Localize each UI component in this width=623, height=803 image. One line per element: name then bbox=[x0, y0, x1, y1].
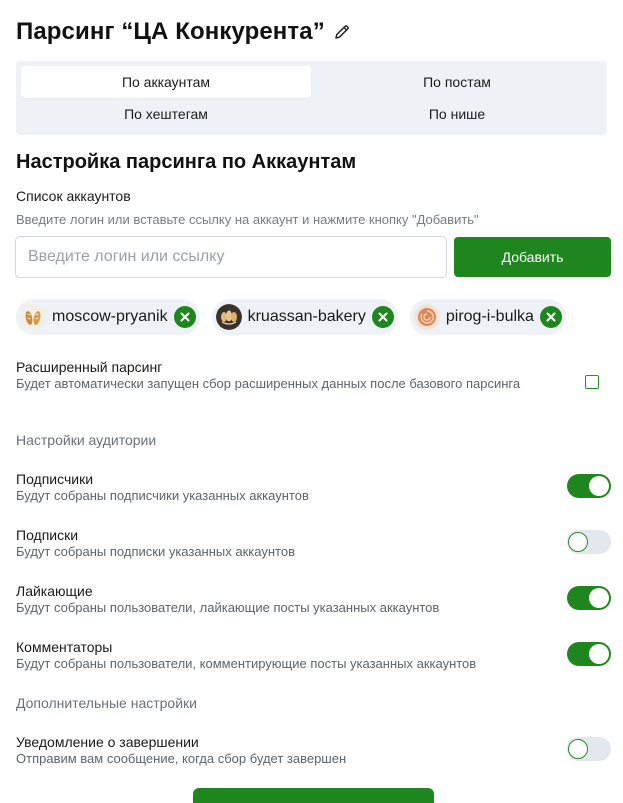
bun-avatar-icon bbox=[413, 304, 440, 330]
tab-by-accounts[interactable]: По аккаунтам bbox=[21, 66, 311, 98]
subscriptions-title: Подписки bbox=[16, 527, 79, 543]
page-header: Парсинг “ЦА Конкурента” bbox=[16, 14, 351, 50]
accounts-list-label: Список аккаунтов bbox=[16, 188, 131, 204]
account-chip: kruassan-bakery bbox=[211, 299, 398, 335]
additional-settings-label: Дополнительные настройки bbox=[16, 695, 197, 711]
subscribers-title: Подписчики bbox=[16, 471, 94, 487]
notification-description: Отправим вам сообщение, когда сбор будет… bbox=[16, 751, 347, 766]
tab-by-hashtags[interactable]: По хештегам bbox=[21, 98, 311, 130]
tab-by-niche[interactable]: По нише bbox=[312, 98, 602, 130]
croissant-avatar-icon bbox=[215, 304, 242, 330]
likers-description: Будут собраны пользователи, лайкающие по… bbox=[16, 600, 440, 615]
notification-title: Уведомление о завершении bbox=[16, 734, 199, 750]
remove-chip-button[interactable] bbox=[173, 306, 196, 328]
extended-parsing-title: Расширенный парсинг bbox=[16, 359, 163, 375]
parsing-mode-tabs: По аккаунтам По постам По хештегам По ни… bbox=[16, 61, 607, 135]
remove-chip-button[interactable] bbox=[539, 306, 562, 328]
account-chip: pirog-i-bulka bbox=[409, 299, 566, 335]
toggle-knob bbox=[568, 739, 588, 759]
toggle-knob bbox=[589, 644, 609, 664]
commenters-description: Будут собраны пользователи, комментирующ… bbox=[16, 656, 477, 671]
account-chips: moscow-pryanik kruassan-bakery pirog-i-b… bbox=[16, 299, 566, 335]
toggle-knob bbox=[589, 588, 609, 608]
subscribers-toggle[interactable] bbox=[567, 474, 611, 498]
likers-toggle[interactable] bbox=[567, 586, 611, 610]
tab-by-posts[interactable]: По постам bbox=[312, 66, 602, 98]
close-icon bbox=[378, 312, 388, 322]
toggle-knob bbox=[589, 476, 609, 496]
subscriptions-description: Будут собраны подписки указанных аккаунт… bbox=[16, 544, 295, 559]
account-chip: moscow-pryanik bbox=[16, 299, 200, 335]
commenters-toggle[interactable] bbox=[567, 642, 611, 666]
account-input[interactable] bbox=[15, 236, 447, 278]
add-button[interactable]: Добавить bbox=[454, 237, 611, 277]
toggle-knob bbox=[568, 532, 588, 552]
close-icon bbox=[180, 312, 190, 322]
start-parsing-button[interactable] bbox=[193, 788, 434, 803]
section-title: Настройка парсинга по Аккаунтам bbox=[16, 151, 357, 173]
extended-parsing-checkbox[interactable] bbox=[585, 375, 599, 389]
pencil-icon[interactable] bbox=[333, 23, 351, 41]
subscriptions-toggle[interactable] bbox=[567, 530, 611, 554]
likers-title: Лайкающие bbox=[16, 583, 93, 599]
notification-toggle[interactable] bbox=[567, 737, 611, 761]
accounts-hint: Введите логин или вставьте ссылку на акк… bbox=[16, 212, 479, 227]
chip-label: kruassan-bakery bbox=[247, 308, 366, 325]
subscribers-description: Будут собраны подписчики указанных аккау… bbox=[16, 488, 309, 503]
chip-label: moscow-pryanik bbox=[52, 308, 168, 325]
remove-chip-button[interactable] bbox=[371, 306, 394, 328]
page-title: Парсинг “ЦА Конкурента” bbox=[16, 18, 325, 45]
close-icon bbox=[546, 312, 556, 322]
extended-parsing-description: Будет автоматически запущен сбор расшире… bbox=[16, 376, 521, 391]
commenters-title: Комментаторы bbox=[16, 639, 113, 655]
chip-label: pirog-i-bulka bbox=[445, 308, 534, 325]
gingerbread-avatar-icon bbox=[20, 304, 46, 330]
audience-settings-label: Настройки аудитории bbox=[16, 432, 157, 448]
